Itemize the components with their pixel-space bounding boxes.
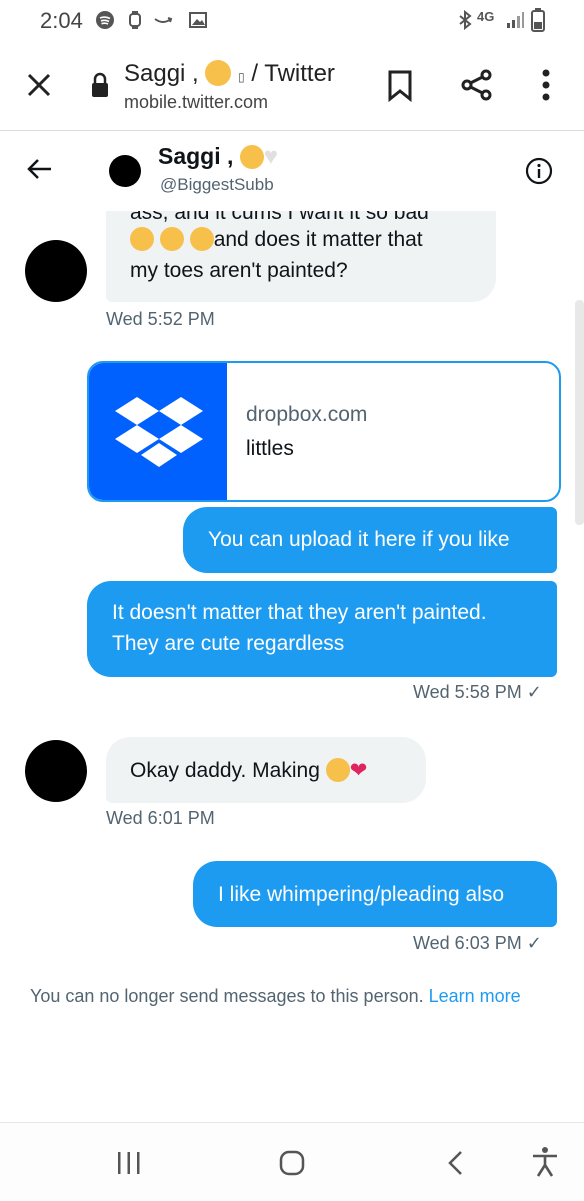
more-options-icon[interactable] — [540, 68, 552, 102]
weary-face-emoji — [239, 145, 264, 169]
page-title-prefix: Saggi , — [124, 60, 199, 87]
message-text: I like whimpering/pleading also — [218, 883, 504, 906]
sender-avatar[interactable] — [25, 240, 87, 302]
pleading-face-emoji — [325, 758, 350, 782]
status-time: 2:04 — [40, 8, 83, 33]
notice-text: You can no longer send messages to this … — [30, 986, 424, 1006]
message-text-line: Okay daddy. Making ❤ — [130, 755, 367, 786]
message-timestamp: Wed 6:01 PM — [106, 808, 215, 828]
battery-icon — [531, 8, 545, 32]
gallery-icon — [189, 12, 207, 28]
message-text: and does it matter that — [213, 228, 423, 251]
home-icon[interactable] — [278, 1150, 306, 1176]
conversation-name-text: Saggi , — [158, 143, 234, 169]
message-text-line: It doesn't matter that they aren't paint… — [112, 601, 487, 624]
sent-check-icon: ✓ — [526, 682, 542, 702]
sent-message-bubble[interactable]: I like whimpering/pleading also — [193, 861, 557, 927]
sent-message-bubble[interactable]: It doesn't matter that they aren't paint… — [87, 581, 557, 677]
messaging-disabled-notice: You can no longer send messages to this … — [30, 986, 521, 1007]
received-message-bubble[interactable]: ass, and it cums I want it so bad and do… — [106, 211, 496, 302]
message-timestamp: Wed 5:52 PM — [106, 309, 215, 329]
sent-check-icon: ✓ — [526, 933, 542, 953]
accessibility-icon[interactable] — [530, 1146, 560, 1178]
conversation-name[interactable]: Saggi , ♥ — [158, 143, 278, 171]
red-heart-emoji: ❤ — [349, 759, 368, 782]
message-text-line: They are cute regardless — [112, 632, 345, 655]
amazon-icon — [154, 17, 173, 23]
network-type: 4G — [477, 9, 495, 24]
conversation-header — [0, 131, 584, 211]
scrollbar[interactable] — [575, 300, 584, 525]
weary-face-emoji — [205, 60, 232, 86]
back-icon[interactable] — [445, 1150, 467, 1176]
dropbox-logo-icon — [115, 397, 203, 467]
weary-face-emoji — [189, 227, 214, 251]
spotify-icon — [96, 11, 114, 29]
conversation-handle: @BiggestSubb — [160, 175, 274, 194]
weary-face-emoji — [130, 227, 154, 251]
learn-more-link[interactable]: Learn more — [429, 986, 521, 1006]
message-text-line: my toes aren't painted? — [130, 259, 348, 282]
bookmark-icon[interactable] — [387, 70, 413, 102]
message-text: Okay daddy. Making — [130, 759, 320, 782]
browser-url[interactable]: mobile.twitter.com — [124, 92, 268, 113]
back-arrow-icon[interactable] — [27, 158, 53, 180]
frowning-face-emoji — [159, 227, 184, 251]
watch-icon — [129, 11, 141, 29]
message-text: You can upload it here if you like — [208, 528, 510, 551]
sent-message-bubble[interactable]: You can upload it here if you like — [183, 507, 557, 573]
message-timestamp: Wed 5:58 PM ✓ — [413, 682, 542, 703]
share-icon[interactable] — [460, 68, 494, 102]
white-heart-emoji: ♥ — [263, 143, 279, 170]
lock-icon — [92, 72, 108, 97]
header-avatar[interactable] — [109, 155, 141, 187]
status-bar: 2:04 4G — [0, 0, 584, 42]
timestamp-text: Wed 6:03 PM — [413, 933, 522, 953]
signal-icon — [507, 12, 524, 28]
card-title: littles — [246, 437, 294, 460]
close-icon[interactable] — [24, 70, 54, 100]
message-text-line: and does it matter that — [130, 224, 423, 255]
sender-avatar[interactable] — [25, 740, 87, 802]
info-icon[interactable] — [525, 157, 553, 185]
received-message-bubble[interactable]: Okay daddy. Making ❤ — [106, 737, 426, 803]
link-preview-card[interactable]: dropbox.com littles — [87, 361, 561, 502]
message-timestamp: Wed 6:03 PM ✓ — [413, 933, 542, 954]
timestamp-text: Wed 5:58 PM — [413, 682, 522, 702]
browser-page-title[interactable]: Saggi , ▯ / Twitter — [124, 60, 335, 88]
bluetooth-icon — [459, 10, 472, 30]
card-domain: dropbox.com — [246, 403, 368, 426]
page-title-suffix: / Twitter — [251, 60, 335, 87]
recent-apps-icon[interactable] — [115, 1150, 143, 1176]
dropbox-thumbnail — [89, 363, 227, 500]
